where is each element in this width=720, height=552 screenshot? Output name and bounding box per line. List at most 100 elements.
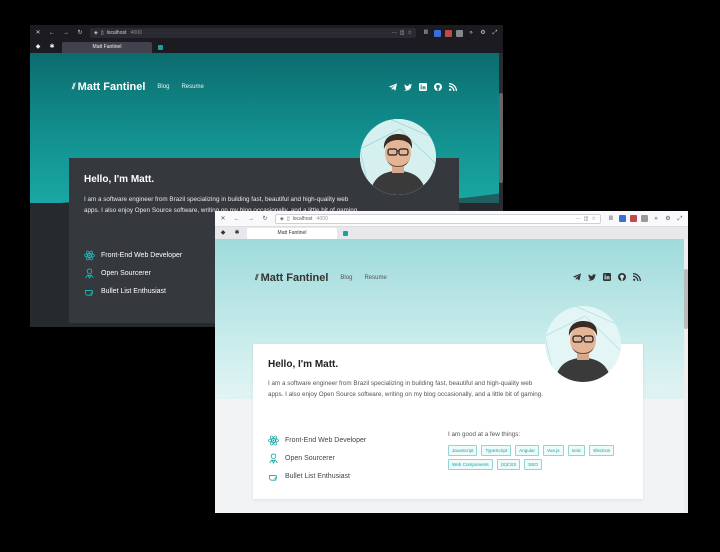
scrollbar[interactable] xyxy=(684,239,688,513)
extension-icon[interactable] xyxy=(619,215,626,222)
close-icon[interactable]: ✕ xyxy=(219,215,227,223)
github-icon[interactable] xyxy=(618,273,626,281)
tab-strip: ◆ ✱ Matt Fantinel xyxy=(215,227,688,239)
site-nav: ⫽ Matt Fantinel Blog Resume xyxy=(255,272,387,284)
star-icon[interactable]: ☆ xyxy=(408,30,412,36)
extension-icon[interactable] xyxy=(456,29,463,37)
skill-chip: Electron xyxy=(589,445,615,456)
site-logo[interactable]: ⫽ Matt Fantinel xyxy=(255,272,328,284)
logo-text: Matt Fantinel xyxy=(260,272,329,284)
tab-active[interactable]: Matt Fantinel xyxy=(247,227,337,239)
list-item: Front-End Web Developer xyxy=(84,246,182,264)
close-icon[interactable]: ✕ xyxy=(34,29,42,37)
url-host: localhost xyxy=(106,30,127,36)
skills-chips: JavaScript TypeScript Angular Vue.js Ion… xyxy=(448,445,633,470)
menu-icon[interactable]: ✱ xyxy=(48,43,56,51)
menu-icon[interactable]: ✱ xyxy=(233,229,241,237)
linkedin-icon[interactable] xyxy=(419,83,427,91)
social-links xyxy=(573,273,641,281)
forward-icon[interactable]: → xyxy=(62,29,70,37)
skill-chip: SEO xyxy=(524,459,542,470)
more-icon[interactable]: ··· xyxy=(576,216,581,222)
tab-favicon xyxy=(343,230,348,236)
reload-icon[interactable]: ↻ xyxy=(261,215,269,223)
sidebar-toggle-icon[interactable]: ◆ xyxy=(34,43,42,51)
hand-pointing-icon xyxy=(84,286,95,297)
tab-strip: ◆ ✱ Matt Fantinel xyxy=(30,41,503,53)
url-bar[interactable]: ◈ ▯ localhost:4000 ··· ◫ ☆ xyxy=(275,213,601,224)
github-icon[interactable] xyxy=(434,83,442,91)
intro-bio: I am a software engineer from Brazil spe… xyxy=(268,380,543,398)
skill-chip: Ionic xyxy=(567,445,586,456)
pocket-icon[interactable]: ◫ xyxy=(400,30,405,36)
page-icon: ▯ xyxy=(286,215,290,222)
browser-toolbar: ✕ ← → ↻ ◈ ▯ localhost:4000 ··· ◫ ☆ Ⅲ » ⚙… xyxy=(30,25,503,41)
gear-icon[interactable]: ⚙ xyxy=(664,215,672,223)
scroll-thumb[interactable] xyxy=(684,269,688,329)
library-icon[interactable]: Ⅲ xyxy=(607,215,615,223)
overflow-icon[interactable]: » xyxy=(652,215,660,223)
pocket-icon[interactable]: ◫ xyxy=(584,216,589,222)
skill-chip: Vue.js xyxy=(543,445,564,456)
things-list: Front-End Web Developer Open Sourcerer B… xyxy=(84,246,182,300)
nav-link-blog[interactable]: Blog xyxy=(340,275,352,281)
browser-window-light: ✕ ← → ↻ ◈ ▯ localhost:4000 ··· ◫ ☆ Ⅲ » ⚙… xyxy=(215,211,688,513)
twitter-icon[interactable] xyxy=(588,273,596,281)
url-port: :4000 xyxy=(129,30,142,36)
nav-link-resume[interactable]: Resume xyxy=(181,84,203,90)
avatar xyxy=(545,306,621,382)
list-item: Open Sourcerer xyxy=(84,264,182,282)
skill-chip: TypeScript xyxy=(481,445,512,456)
thing-label: Bullet List Enthusiast xyxy=(285,472,350,480)
skill-chip: JavaScript xyxy=(448,445,478,456)
gear-icon[interactable]: ⚙ xyxy=(479,29,487,37)
skills-label: I am good at a few things: xyxy=(448,431,521,438)
skills-section: I am good at a few things: JavaScript Ty… xyxy=(448,431,633,470)
shield-icon: ◈ xyxy=(94,30,98,36)
list-item: Bullet List Enthusiast xyxy=(84,282,182,300)
logo-mark-icon: ⫽ xyxy=(72,82,76,91)
thing-label: Front-End Web Developer xyxy=(101,251,183,259)
scroll-thumb[interactable] xyxy=(499,93,503,183)
shield-icon: ◈ xyxy=(280,215,284,222)
expand-icon[interactable]: ⤢ xyxy=(491,29,499,37)
rss-icon[interactable] xyxy=(633,273,641,281)
react-atom-icon xyxy=(268,435,279,446)
extension-icon[interactable] xyxy=(641,215,648,222)
nav-link-resume[interactable]: Resume xyxy=(364,275,386,281)
rss-icon[interactable] xyxy=(449,83,457,91)
nav-link-blog[interactable]: Blog xyxy=(157,84,169,90)
back-icon[interactable]: ← xyxy=(233,215,241,223)
intro-title: Hello, I'm Matt. xyxy=(268,359,339,370)
sidebar-toggle-icon[interactable]: ◆ xyxy=(219,229,227,237)
extension-icon[interactable] xyxy=(630,215,637,222)
tab-active[interactable]: Matt Fantinel xyxy=(62,41,152,53)
reload-icon[interactable]: ↻ xyxy=(76,29,84,37)
list-item: Bullet List Enthusiast xyxy=(268,467,366,485)
back-icon[interactable]: ← xyxy=(48,29,56,37)
extension-icon[interactable] xyxy=(434,29,441,37)
telegram-icon[interactable] xyxy=(573,273,581,281)
linkedin-icon[interactable] xyxy=(603,273,611,281)
extension-icon[interactable] xyxy=(445,29,452,37)
skill-chip: (S)CSS xyxy=(496,459,521,470)
avatar xyxy=(360,119,436,195)
url-bar[interactable]: ◈ ▯ localhost:4000 ··· ◫ ☆ xyxy=(90,28,416,38)
tab-title: Matt Fantinel xyxy=(92,44,122,50)
skill-chip: Web Components xyxy=(448,459,493,470)
skill-chip: Angular xyxy=(515,445,539,456)
open-source-icon xyxy=(84,268,95,279)
expand-icon[interactable]: ⤢ xyxy=(676,215,684,223)
social-links xyxy=(389,83,457,91)
telegram-icon[interactable] xyxy=(389,83,397,91)
library-icon[interactable]: Ⅲ xyxy=(422,29,430,37)
overflow-icon[interactable]: » xyxy=(467,29,475,37)
forward-icon[interactable]: → xyxy=(247,215,255,223)
more-icon[interactable]: ··· xyxy=(392,30,397,36)
site-logo[interactable]: ⫽ Matt Fantinel xyxy=(72,81,145,93)
list-item: Front-End Web Developer xyxy=(268,431,366,449)
star-icon[interactable]: ☆ xyxy=(592,216,596,222)
twitter-icon[interactable] xyxy=(404,83,412,91)
open-source-icon xyxy=(268,453,279,464)
page-icon: ▯ xyxy=(100,30,104,36)
